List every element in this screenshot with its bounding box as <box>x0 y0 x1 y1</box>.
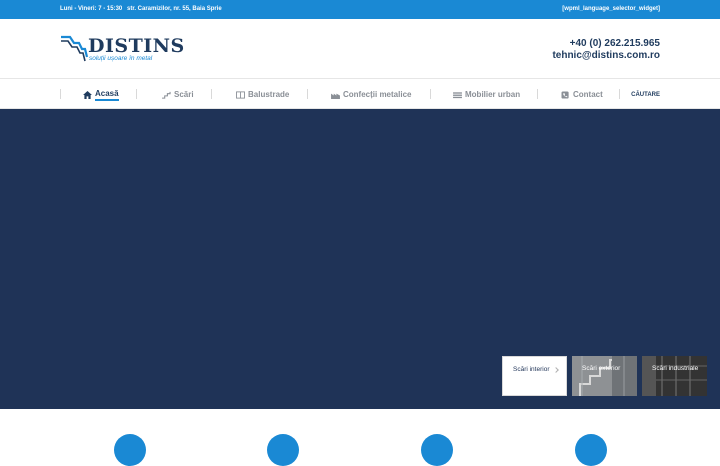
nav-divider <box>211 89 212 99</box>
industrial-stairs-photo <box>642 356 707 396</box>
site-logo[interactable]: DISTINS soluții ușoare în metal <box>60 35 184 65</box>
nav-item-label: Confecții metalice <box>343 90 412 99</box>
home-icon <box>83 90 92 99</box>
nav-item-label: Balustrade <box>248 90 290 99</box>
top-bar: Luni - Vineri: 7 - 15:30 str. Caramizilo… <box>0 0 720 19</box>
opening-hours: Luni - Vineri: 7 - 15:30 <box>60 6 123 12</box>
nav-divider <box>307 89 308 99</box>
slide-thumb-label: Scări exterior <box>582 365 621 372</box>
slide-thumb-industrial-stairs[interactable]: Scări industriale <box>642 356 707 396</box>
phone-icon <box>561 90 569 99</box>
logo-name: DISTINS <box>88 35 185 57</box>
chevron-right-icon <box>553 367 559 373</box>
slide-thumb-interior-stairs[interactable]: Scări interior <box>502 356 567 396</box>
phone-number[interactable]: +40 (0) 262.215.965 <box>552 38 660 50</box>
logo-tagline: soluții ușoare în metal <box>89 55 153 62</box>
nav-divider <box>619 89 620 99</box>
nav-item-metal-works[interactable]: Confecții metalice <box>331 80 411 109</box>
email-address[interactable]: tehnic@distins.com.ro <box>552 50 660 62</box>
slide-thumb-label: Scări industriale <box>652 365 699 372</box>
feature-railing-icon[interactable] <box>267 434 299 466</box>
slide-thumb-exterior-stairs[interactable]: Scări exterior <box>572 356 637 396</box>
nav-item-urban-furniture[interactable]: Mobilier urban <box>453 80 520 109</box>
feature-stairs-icon[interactable] <box>114 434 146 466</box>
nav-item-home[interactable]: Acasă <box>83 80 119 109</box>
feature-urban-furniture-icon[interactable] <box>575 434 607 466</box>
nav-divider <box>60 89 61 99</box>
feature-metal-works-icon[interactable] <box>421 434 453 466</box>
nav-item-stairs[interactable]: Scări <box>162 80 194 109</box>
factory-icon <box>331 93 340 99</box>
slide-thumb-label: Scări interior <box>513 366 550 373</box>
features-row <box>0 409 720 466</box>
search-button[interactable]: CĂUTARE <box>631 80 660 109</box>
nav-item-label: Contact <box>573 90 603 99</box>
address: str. Caramizilor, nr. 55, Baia Sprie <box>127 6 222 12</box>
language-selector[interactable]: [wpml_language_selector_widget] <box>562 6 660 12</box>
stairs-icon <box>162 91 171 99</box>
site-header: DISTINS soluții ușoare în metal +40 (0) … <box>0 19 720 79</box>
nav-item-label: Acasă <box>95 89 119 101</box>
nav-divider <box>537 89 538 99</box>
nav-divider <box>430 89 431 99</box>
nav-item-contact[interactable]: Contact <box>561 80 603 109</box>
nav-item-label: Scări <box>174 90 194 99</box>
main-navigation: Acasă Scări Balustrade Confecții metalic… <box>0 80 720 109</box>
nav-item-railings[interactable]: Balustrade <box>236 80 289 109</box>
stairs-logo-icon <box>61 35 88 62</box>
nav-item-label: Mobilier urban <box>465 90 521 99</box>
bench-icon <box>453 91 462 98</box>
nav-divider <box>136 89 137 99</box>
header-contact: +40 (0) 262.215.965 tehnic@distins.com.r… <box>552 38 660 62</box>
hero-slider: Scări interior Scări exterior Scări indu… <box>0 109 720 409</box>
exterior-stairs-photo <box>572 356 637 396</box>
railing-icon <box>236 90 245 99</box>
